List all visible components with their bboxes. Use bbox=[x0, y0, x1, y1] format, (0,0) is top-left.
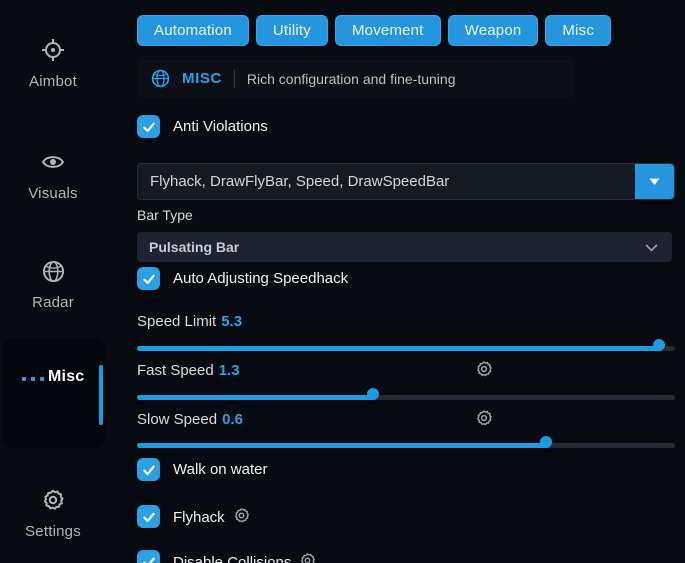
sidebar-item-label: Settings bbox=[25, 523, 81, 540]
checkbox-label: Auto Adjusting Speedhack bbox=[173, 270, 348, 287]
slider-handle[interactable] bbox=[653, 339, 665, 351]
slow-speed-slider[interactable] bbox=[137, 436, 675, 454]
globe-icon bbox=[0, 260, 106, 288]
gear-icon[interactable] bbox=[299, 552, 316, 563]
sidebar: Aimbot Visuals Radar Misc Settings bbox=[0, 0, 130, 563]
slider-fill bbox=[137, 443, 549, 448]
sidebar-active-highlight bbox=[3, 338, 105, 448]
sidebar-item-label: Radar bbox=[32, 294, 74, 311]
fast-speed-label: Fast Speed1.3 bbox=[137, 362, 240, 379]
sidebar-item-aimbot[interactable]: Aimbot bbox=[0, 38, 106, 91]
tab-misc[interactable]: Misc bbox=[545, 15, 611, 46]
bar-type-select[interactable]: Pulsating Bar bbox=[137, 232, 672, 262]
sidebar-item-visuals[interactable]: Visuals bbox=[0, 150, 106, 203]
slider-value: 1.3 bbox=[219, 362, 240, 379]
gear-icon[interactable] bbox=[475, 360, 493, 382]
gear-icon bbox=[0, 488, 106, 517]
slider-handle[interactable] bbox=[540, 436, 552, 448]
multiselect-value: Flyhack, DrawFlyBar, Speed, DrawSpeedBar bbox=[138, 164, 635, 199]
bar-type-label: Bar Type bbox=[137, 207, 193, 223]
checked-checkbox-icon[interactable] bbox=[137, 115, 160, 138]
multiselect-dropdown-button[interactable] bbox=[635, 164, 674, 199]
slider-value: 5.3 bbox=[221, 313, 242, 330]
sidebar-item-label: Misc bbox=[48, 368, 84, 385]
header-divider bbox=[234, 70, 235, 88]
checked-checkbox-icon[interactable] bbox=[137, 550, 160, 563]
checkbox-label: Walk on water bbox=[173, 461, 267, 478]
tab-movement[interactable]: Movement bbox=[335, 15, 441, 46]
checkbox-label: Anti Violations bbox=[173, 118, 268, 135]
checkbox-label: Flyhack bbox=[173, 507, 250, 526]
sidebar-item-radar[interactable]: Radar bbox=[0, 260, 106, 312]
main-content: Automation Utility Movement Weapon Misc … bbox=[137, 0, 677, 563]
sidebar-item-label: Visuals bbox=[28, 185, 77, 202]
checkbox-walk-on-water[interactable]: Walk on water bbox=[137, 458, 267, 481]
section-header: MISC Rich configuration and fine-tuning bbox=[137, 60, 575, 97]
checked-checkbox-icon[interactable] bbox=[137, 505, 160, 528]
app-window: Aimbot Visuals Radar Misc Settings bbox=[0, 0, 685, 563]
category-tabs: Automation Utility Movement Weapon Misc bbox=[137, 15, 611, 46]
slider-fill bbox=[137, 346, 662, 351]
section-title: MISC bbox=[182, 70, 222, 87]
crosshair-icon bbox=[0, 38, 106, 67]
checkbox-auto-adjusting-speedhack[interactable]: Auto Adjusting Speedhack bbox=[137, 267, 348, 290]
slow-speed-label: Slow Speed0.6 bbox=[137, 411, 243, 428]
tab-automation[interactable]: Automation bbox=[137, 15, 249, 46]
checked-checkbox-icon[interactable] bbox=[137, 267, 160, 290]
checkbox-flyhack[interactable]: Flyhack bbox=[137, 505, 250, 528]
sidebar-item-label: Aimbot bbox=[29, 73, 77, 90]
section-subtitle: Rich configuration and fine-tuning bbox=[247, 71, 456, 87]
slider-fill bbox=[137, 395, 376, 400]
checked-checkbox-icon[interactable] bbox=[137, 458, 160, 481]
speed-limit-label: Speed Limit5.3 bbox=[137, 313, 242, 330]
ellipsis-icon bbox=[22, 377, 44, 381]
checkbox-anti-violations[interactable]: Anti Violations bbox=[137, 115, 268, 138]
gear-icon[interactable] bbox=[233, 507, 250, 524]
speed-limit-slider[interactable] bbox=[137, 339, 675, 357]
gear-icon[interactable] bbox=[475, 409, 493, 431]
tab-weapon[interactable]: Weapon bbox=[448, 15, 539, 46]
chevron-down-icon bbox=[643, 239, 660, 256]
slider-value: 0.6 bbox=[222, 411, 243, 428]
sidebar-item-settings[interactable]: Settings bbox=[0, 488, 106, 541]
select-value: Pulsating Bar bbox=[149, 239, 239, 255]
checkbox-disable-collisions[interactable]: Disable Collisions bbox=[137, 550, 316, 563]
checkbox-label: Disable Collisions bbox=[173, 552, 316, 563]
triangle-down-icon bbox=[646, 173, 663, 190]
globe-icon bbox=[151, 69, 170, 88]
sidebar-item-misc[interactable]: Misc bbox=[0, 368, 106, 391]
fast-speed-slider[interactable] bbox=[137, 388, 675, 406]
tab-utility[interactable]: Utility bbox=[256, 15, 328, 46]
eye-icon bbox=[0, 150, 106, 179]
bars-multiselect[interactable]: Flyhack, DrawFlyBar, Speed, DrawSpeedBar bbox=[137, 163, 675, 200]
